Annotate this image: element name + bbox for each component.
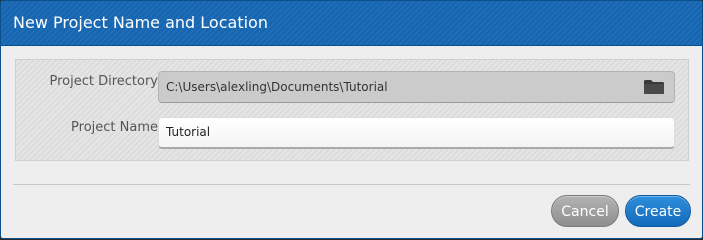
project-name-label: Project Name: [71, 120, 158, 135]
project-name-input[interactable]: Tutorial: [158, 117, 675, 149]
folder-icon[interactable]: [643, 79, 665, 95]
project-directory-field[interactable]: C:\Users\alexling\Documents\Tutorial: [158, 71, 675, 103]
project-directory-label: Project Directory: [49, 74, 158, 89]
cancel-button[interactable]: Cancel: [551, 195, 619, 227]
dialog-titlebar[interactable]: New Project Name and Location: [1, 1, 702, 46]
dialog-title: New Project Name and Location: [13, 13, 268, 32]
footer-divider: [13, 184, 690, 185]
create-button[interactable]: Create: [625, 195, 691, 227]
new-project-dialog: New Project Name and Location Project Di…: [0, 0, 703, 239]
